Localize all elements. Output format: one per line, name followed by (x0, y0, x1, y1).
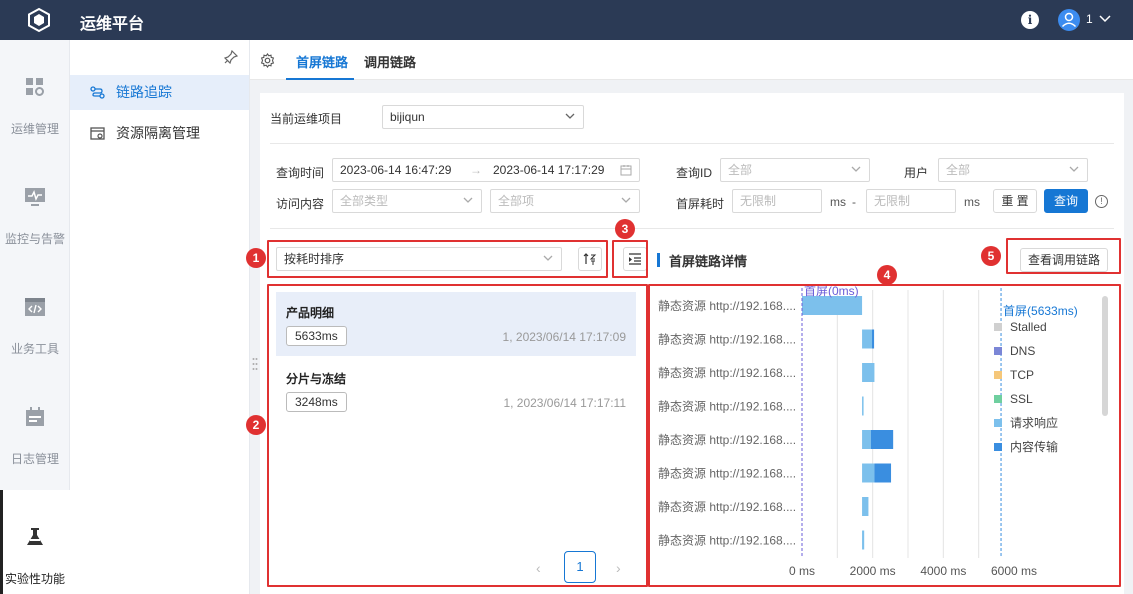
user-avatar[interactable] (1058, 9, 1080, 31)
time-start: 2023-06-14 16:47:29 (340, 163, 452, 177)
sidebar-item-logs[interactable]: 日志管理 (0, 370, 70, 474)
arrow-right-icon: → (470, 163, 482, 177)
annotation-marker-1: 1 (246, 248, 266, 268)
content-panel: 当前运维项目 bijiqun 查询时间 2023-06-14 16:47:29 … (246, 93, 1124, 594)
unit-ms-label: ms (830, 195, 846, 209)
project-label: 当前运维项目 (270, 112, 343, 126)
subnav-item-label: 链路追踪 (116, 84, 172, 100)
user-count[interactable]: 1 (1086, 12, 1093, 26)
info-icon[interactable]: i (1021, 11, 1039, 29)
annotation-marker-5: 5 (981, 246, 1001, 266)
user-icon (1061, 12, 1077, 28)
flask-icon (27, 528, 43, 545)
chevron-down-icon (463, 197, 473, 203)
content-label: 访问内容 (276, 197, 325, 211)
range-dash: - (852, 195, 856, 209)
sidebar-item-label: 监控与告警 (4, 232, 65, 246)
cube-logo-icon (28, 7, 50, 33)
sidebar-item-label: 实验性功能 (4, 572, 65, 586)
unit-ms-label: ms (964, 195, 980, 209)
query-time-label: 查询时间 (276, 166, 325, 180)
calendar-icon (620, 165, 632, 176)
tab-bar: 首屏链路 调用链路 (250, 40, 1133, 80)
calendar-icon (26, 407, 44, 426)
subnav-item-trace[interactable]: 链路追踪 (70, 75, 249, 110)
query-button[interactable]: 查询 (1044, 189, 1088, 213)
sidebar-item-label: 运维管理 (10, 122, 59, 136)
divider (270, 228, 1114, 229)
time-end: 2023-06-14 17:17:29 (493, 163, 605, 177)
duration-max-input[interactable]: 无限制 (866, 189, 956, 213)
query-id-placeholder: 全部 (728, 163, 753, 177)
chevron-down-icon (565, 113, 575, 119)
tab-call-chain[interactable]: 调用链路 (364, 52, 416, 71)
query-time-range-picker[interactable]: 2023-06-14 16:47:29 → 2023-06-14 17:17:2… (332, 158, 640, 182)
gear-icon[interactable] (260, 53, 275, 68)
chevron-down-icon (621, 197, 631, 203)
sidebar-item-label: 日志管理 (10, 452, 59, 466)
project-select-value: bijiqun (390, 110, 425, 124)
content-type-select[interactable]: 全部类型 (332, 189, 482, 213)
annotation-box-chart (648, 284, 1121, 587)
annotation-box-list (267, 284, 648, 587)
user-select[interactable]: 全部 (938, 158, 1088, 182)
annotation-box-call-chain (1006, 238, 1121, 274)
help-icon[interactable]: ! (1095, 195, 1108, 208)
project-select[interactable]: bijiqun (382, 105, 584, 129)
user-label: 用户 (904, 166, 929, 180)
sidebar-item-ops[interactable]: 运维管理 (0, 40, 70, 144)
tab-first-screen-chain[interactable]: 首屏链路 (296, 52, 348, 71)
annotation-marker-3: 3 (615, 219, 635, 239)
sidebar-item-experimental[interactable]: 实验性功能 (0, 490, 70, 594)
sidebar: 运维管理 监控与告警 业务工具 日志管理 实验性功能 (0, 40, 70, 594)
divider (270, 143, 1114, 144)
sidebar-item-tools[interactable]: 业务工具 (0, 260, 70, 364)
annotation-marker-2: 2 (246, 415, 266, 435)
sidebar-item-monitor[interactable]: 监控与告警 (0, 150, 70, 254)
main-content: 首屏链路 调用链路 当前运维项目 bijiqun 查询时间 2023-06-14… (246, 40, 1133, 594)
link-trace-icon (90, 86, 105, 99)
code-window-icon (25, 298, 45, 316)
pin-icon[interactable] (224, 50, 238, 64)
subnav-item-resource[interactable]: 资源隔离管理 (70, 116, 249, 151)
active-tab-indicator (286, 78, 354, 80)
content-item-select[interactable]: 全部项 (490, 189, 640, 213)
annotation-marker-4: 4 (877, 265, 897, 285)
annotation-box-indent (612, 240, 648, 278)
monitor-icon (25, 188, 45, 206)
chevron-down-icon (851, 166, 861, 172)
sidebar-item-label: 业务工具 (10, 342, 59, 356)
query-id-select[interactable]: 全部 (720, 158, 870, 182)
duration-label: 首屏耗时 (676, 197, 725, 211)
dashboard-icon (26, 78, 44, 96)
reset-button[interactable]: 重 置 (993, 189, 1037, 213)
user-placeholder: 全部 (946, 163, 971, 177)
app-title: 运维平台 (80, 16, 145, 33)
drag-handle-icon[interactable] (252, 357, 258, 371)
query-id-label: 查询ID (676, 166, 713, 180)
duration-min-input[interactable]: 无限制 (732, 189, 822, 213)
detail-title: 首屏链路详情 (657, 251, 747, 270)
chevron-down-icon (1069, 166, 1079, 172)
content-item-placeholder: 全部项 (498, 194, 535, 208)
subnav-item-label: 资源隔离管理 (116, 125, 200, 141)
chevron-down-icon[interactable] (1099, 14, 1111, 24)
annotation-box-sort (267, 240, 608, 278)
top-bar: 运维平台 i 1 (0, 0, 1133, 40)
resource-icon (90, 127, 105, 140)
content-type-placeholder: 全部类型 (340, 194, 389, 208)
sub-navigation: 链路追踪 资源隔离管理 (70, 40, 250, 594)
